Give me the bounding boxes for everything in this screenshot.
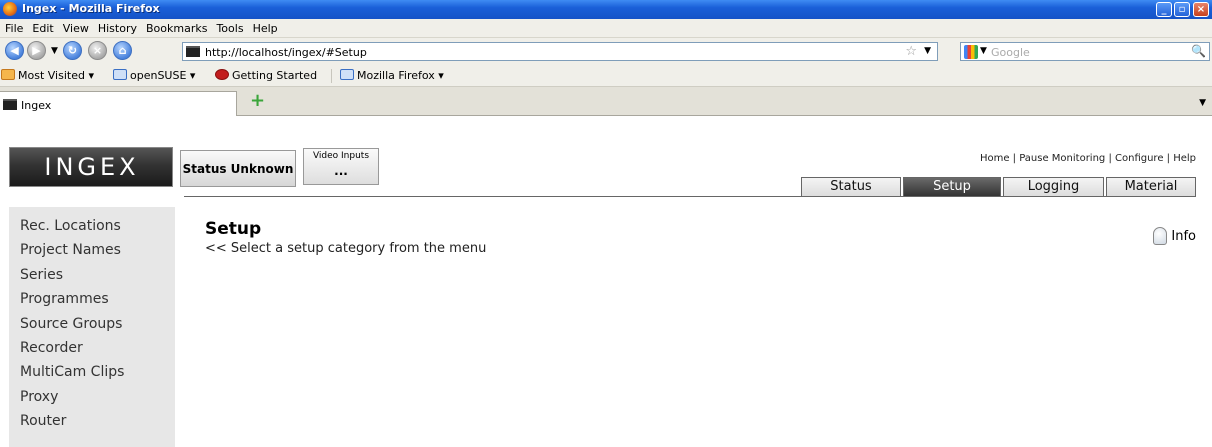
menu-file[interactable]: File [0,19,27,35]
sidebar-item-source-groups[interactable]: Source Groups [9,312,175,336]
browser-tab-ingex[interactable]: Ingex [0,91,237,116]
window-title-bar: Ingex - Mozilla Firefox _ ▫ × [0,0,1212,19]
bookmark-getting-started[interactable]: Getting Started [215,69,317,82]
video-inputs-button[interactable]: Video Inputs ... [303,148,379,185]
url-text[interactable]: http://localhost/ingex/#Setup [205,46,367,59]
info-button[interactable]: Info [1153,227,1196,245]
sidebar-item-project-names[interactable]: Project Names [9,238,175,262]
getting-started-icon [215,69,229,80]
back-icon[interactable]: ◀ [5,41,24,60]
search-engine-dropdown-icon[interactable]: ▼ [980,46,987,56]
menu-bookmarks[interactable]: Bookmarks [141,19,211,35]
navigation-toolbar: ◀ ▶ ▼ ↻ × ⌂ http://localhost/ingex/#Setu… [0,38,1212,65]
history-dropdown-icon[interactable]: ▼ [51,46,58,56]
tab-material[interactable]: Material [1106,177,1196,197]
folder-icon [113,69,127,80]
menu-edit[interactable]: Edit [27,19,57,35]
window-title: Ingex - Mozilla Firefox [22,2,160,15]
search-placeholder: Google [991,46,1030,59]
setup-sidebar: Rec. Locations Project Names Series Prog… [9,207,175,447]
tab-status[interactable]: Status [801,177,901,197]
status-button[interactable]: Status Unknown [180,150,296,187]
lightbulb-icon [1153,227,1168,245]
search-icon[interactable]: 🔍 [1191,44,1206,58]
ingex-logo: INGEX [9,147,173,187]
tabs-divider [184,196,1196,197]
tab-bar: Ingex + ▼ [0,87,1212,116]
close-icon[interactable]: × [1193,2,1209,17]
bookmark-star-icon[interactable]: ☆ [905,44,917,59]
sidebar-item-rec-locations[interactable]: Rec. Locations [9,214,175,238]
firefox-icon [3,2,17,16]
new-tab-icon[interactable]: + [250,92,265,110]
search-input[interactable]: ▼ Google 🔍 [960,42,1210,61]
tab-list-dropdown-icon[interactable]: ▼ [1199,98,1206,108]
sidebar-item-series[interactable]: Series [9,263,175,287]
bookmark-separator [331,69,332,83]
stop-icon[interactable]: × [88,41,107,60]
video-inputs-label: Video Inputs [312,151,370,161]
sidebar-item-programmes[interactable]: Programmes [9,287,175,311]
menu-view[interactable]: View [58,19,93,35]
tab-favicon-icon [3,99,17,110]
top-links[interactable]: Home | Pause Monitoring | Configure | He… [980,153,1196,164]
folder-icon [340,69,354,80]
reload-icon[interactable]: ↻ [63,41,82,60]
tab-label: Ingex [21,99,52,112]
bookmark-opensuse[interactable]: openSUSE ▾ [113,69,195,82]
sidebar-item-multicam-clips[interactable]: MultiCam Clips [9,360,175,384]
bookmarks-toolbar: Most Visited ▾ openSUSE ▾ Getting Starte… [0,65,1212,87]
page-favicon-icon [186,46,200,57]
page-title: Setup [205,219,262,239]
info-label: Info [1171,229,1196,244]
url-bar[interactable]: http://localhost/ingex/#Setup ☆ ▼ [182,42,938,61]
home-icon[interactable]: ⌂ [113,41,132,60]
folder-icon [1,69,15,80]
menu-bar: File Edit View History Bookmarks Tools Help [0,19,1212,38]
menu-help[interactable]: Help [248,19,282,35]
sidebar-item-router[interactable]: Router [9,409,175,433]
tab-logging[interactable]: Logging [1003,177,1104,197]
page-subtitle: << Select a setup category from the menu [205,241,487,256]
sidebar-item-proxy[interactable]: Proxy [9,385,175,409]
bookmark-most-visited[interactable]: Most Visited ▾ [1,69,94,82]
forward-icon[interactable]: ▶ [27,41,46,60]
video-inputs-value: ... [334,164,348,178]
tab-setup[interactable]: Setup [903,177,1001,197]
maximize-icon[interactable]: ▫ [1174,2,1190,17]
menu-tools[interactable]: Tools [211,19,247,35]
search-engine-icon[interactable] [964,45,978,59]
url-dropdown-icon[interactable]: ▼ [924,46,931,56]
minimize-icon[interactable]: _ [1156,2,1172,17]
menu-history[interactable]: History [93,19,141,35]
sidebar-item-recorder[interactable]: Recorder [9,336,175,360]
bookmark-mozilla-firefox[interactable]: Mozilla Firefox ▾ [340,69,444,82]
